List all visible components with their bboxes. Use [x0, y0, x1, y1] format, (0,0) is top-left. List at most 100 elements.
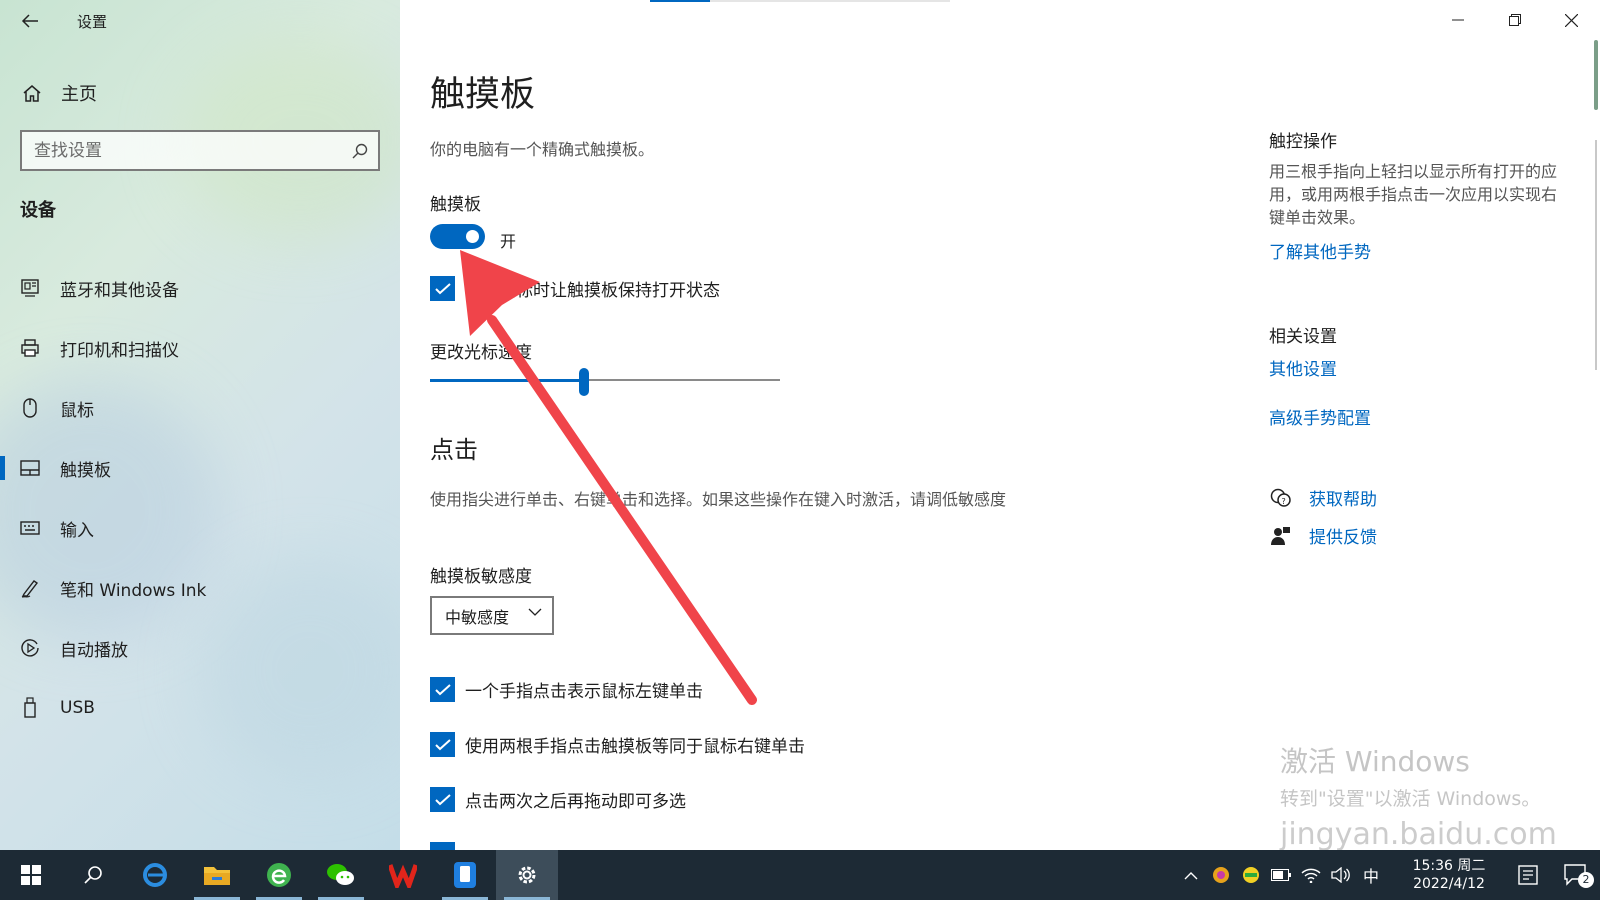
feedback-row[interactable]: 提供反馈	[1269, 523, 1377, 548]
taskbar-search-button[interactable]	[62, 850, 124, 900]
advanced-gestures-link[interactable]: 高级手势配置	[1269, 404, 1371, 429]
internet-explorer-icon	[143, 863, 167, 887]
taps-heading: 点击	[430, 436, 478, 464]
search-icon[interactable]	[342, 143, 378, 159]
main-content: 触摸板 你的电脑有一个精确式触摸板。 触摸板 开 连接鼠标时让触摸板保持打开状态…	[400, 0, 1600, 852]
checkbox-label: 一个手指点击表示鼠标左键单击	[465, 682, 703, 702]
svg-text:?: ?	[1282, 497, 1286, 506]
sidebar: 设置 主页 设备 蓝牙和其他设备 打印机和扫描仪	[0, 0, 400, 850]
search-box[interactable]	[20, 130, 380, 171]
chevron-down-icon	[528, 608, 542, 617]
taskbar: 中 15:36 周二 2022/4/12 2	[0, 850, 1600, 900]
sidebar-item-typing[interactable]: 输入	[0, 498, 400, 558]
printer-icon	[19, 338, 41, 358]
folder-icon	[204, 867, 230, 885]
taskbar-browser[interactable]	[248, 850, 310, 900]
watermark-title: 激活 Windows	[1280, 745, 1470, 778]
keyboard-icon	[19, 520, 41, 536]
gear-icon	[518, 866, 536, 884]
checkbox-partial[interactable]	[430, 842, 455, 850]
get-help-link[interactable]: 获取帮助	[1309, 485, 1377, 510]
back-button[interactable]	[0, 0, 60, 42]
start-button[interactable]	[0, 850, 62, 900]
close-button[interactable]	[1543, 0, 1600, 40]
taskbar-wechat[interactable]	[310, 850, 372, 900]
sensitivity-dropdown[interactable]: 中敏感度	[430, 596, 554, 635]
wifi-icon[interactable]	[1296, 867, 1326, 883]
learn-gestures-link[interactable]: 了解其他手势	[1269, 238, 1371, 263]
minimize-button[interactable]	[1429, 0, 1486, 40]
battery-icon[interactable]	[1266, 869, 1296, 881]
double-tap-drag-checkbox-row[interactable]: 点击两次之后再拖动即可多选	[430, 787, 686, 812]
get-help-row[interactable]: ? 获取帮助	[1269, 485, 1377, 510]
sidebar-item-label: 蓝牙和其他设备	[60, 280, 179, 301]
checkbox-label: 连接鼠标时让触摸板保持打开状态	[465, 281, 720, 301]
slider-thumb[interactable]	[579, 368, 589, 396]
checkmark-icon	[434, 738, 451, 750]
page-title: 触摸板	[430, 75, 536, 115]
sidebar-item-label: 主页	[61, 84, 97, 105]
taskbar-notes-button[interactable]	[1504, 865, 1552, 885]
bluetooth-devices-icon	[19, 278, 41, 298]
checkbox[interactable]	[430, 276, 455, 301]
chevron-up-icon[interactable]	[1176, 871, 1206, 880]
system-tray: 中 15:36 周二 2022/4/12 2	[1176, 850, 1600, 900]
restore-button[interactable]	[1486, 0, 1543, 40]
two-finger-tap-checkbox-row[interactable]: 使用两根手指点击触摸板等同于鼠标右键单击	[430, 732, 805, 757]
one-finger-tap-checkbox-row[interactable]: 一个手指点击表示鼠标左键单击	[430, 677, 703, 702]
tray-app-icon[interactable]	[1206, 866, 1236, 884]
clock[interactable]: 15:36 周二 2022/4/12	[1394, 857, 1504, 893]
sidebar-item-label: 鼠标	[60, 400, 94, 421]
sidebar-item-bluetooth[interactable]: 蓝牙和其他设备	[0, 258, 400, 318]
usb-icon	[19, 697, 41, 719]
help-chat-icon: ?	[1269, 488, 1293, 508]
checkbox-label: 点击两次之后再拖动即可多选	[465, 792, 686, 812]
title-bar: 设置	[0, 0, 400, 42]
window-controls	[1429, 0, 1600, 40]
restore-icon	[1508, 14, 1521, 26]
search-input[interactable]	[22, 140, 342, 161]
sidebar-nav: 蓝牙和其他设备 打印机和扫描仪 鼠标 触摸板 输入 笔和 Windows Ink…	[0, 258, 400, 738]
taskbar-settings[interactable]	[496, 850, 558, 900]
sidebar-item-mouse[interactable]: 鼠标	[0, 378, 400, 438]
checkbox[interactable]	[430, 732, 455, 757]
wps-icon	[389, 864, 417, 888]
checkbox[interactable]	[430, 677, 455, 702]
notes-icon	[1518, 865, 1538, 885]
close-icon	[1565, 13, 1578, 27]
action-center-button[interactable]: 2	[1552, 864, 1600, 888]
toggle-state-label: 开	[500, 232, 517, 251]
sidebar-item-label: 触摸板	[60, 460, 111, 481]
slider-track-filled	[430, 379, 584, 382]
sidebar-item-label: 自动播放	[60, 640, 128, 661]
home-icon	[22, 83, 42, 103]
page-description: 你的电脑有一个精确式触摸板。	[430, 140, 655, 159]
tray-app2-icon[interactable]	[1236, 866, 1266, 884]
slider-track	[584, 379, 780, 381]
notification-count-badge: 2	[1578, 872, 1594, 888]
ime-indicator[interactable]: 中	[1356, 863, 1386, 887]
sidebar-item-label: 笔和 Windows Ink	[60, 580, 207, 601]
other-settings-link[interactable]: 其他设置	[1269, 355, 1337, 380]
taskbar-phone-app[interactable]	[434, 850, 496, 900]
sidebar-item-home[interactable]: 主页	[0, 72, 400, 114]
sidebar-item-autoplay[interactable]: 自动播放	[0, 618, 400, 678]
sidebar-item-printers[interactable]: 打印机和扫描仪	[0, 318, 400, 378]
touchpad-toggle[interactable]	[430, 224, 485, 249]
sidebar-item-pen[interactable]: 笔和 Windows Ink	[0, 558, 400, 618]
sidebar-item-usb[interactable]: USB	[0, 678, 400, 738]
progress-strip	[650, 0, 950, 2]
checkbox[interactable]	[430, 787, 455, 812]
section-title: 设备	[20, 200, 56, 221]
wechat-icon	[327, 864, 354, 885]
volume-icon[interactable]	[1326, 867, 1356, 883]
taskbar-file-explorer[interactable]	[186, 850, 248, 900]
minimize-icon	[1451, 19, 1464, 21]
cursor-speed-slider[interactable]	[430, 368, 780, 396]
feedback-link[interactable]: 提供反馈	[1309, 523, 1377, 548]
keep-on-checkbox-row[interactable]: 连接鼠标时让触摸板保持打开状态	[430, 276, 720, 301]
taskbar-ie[interactable]	[124, 850, 186, 900]
sidebar-item-touchpad[interactable]: 触摸板	[0, 438, 400, 498]
taskbar-wps[interactable]	[372, 850, 434, 900]
scrollbar[interactable]	[1592, 40, 1600, 370]
